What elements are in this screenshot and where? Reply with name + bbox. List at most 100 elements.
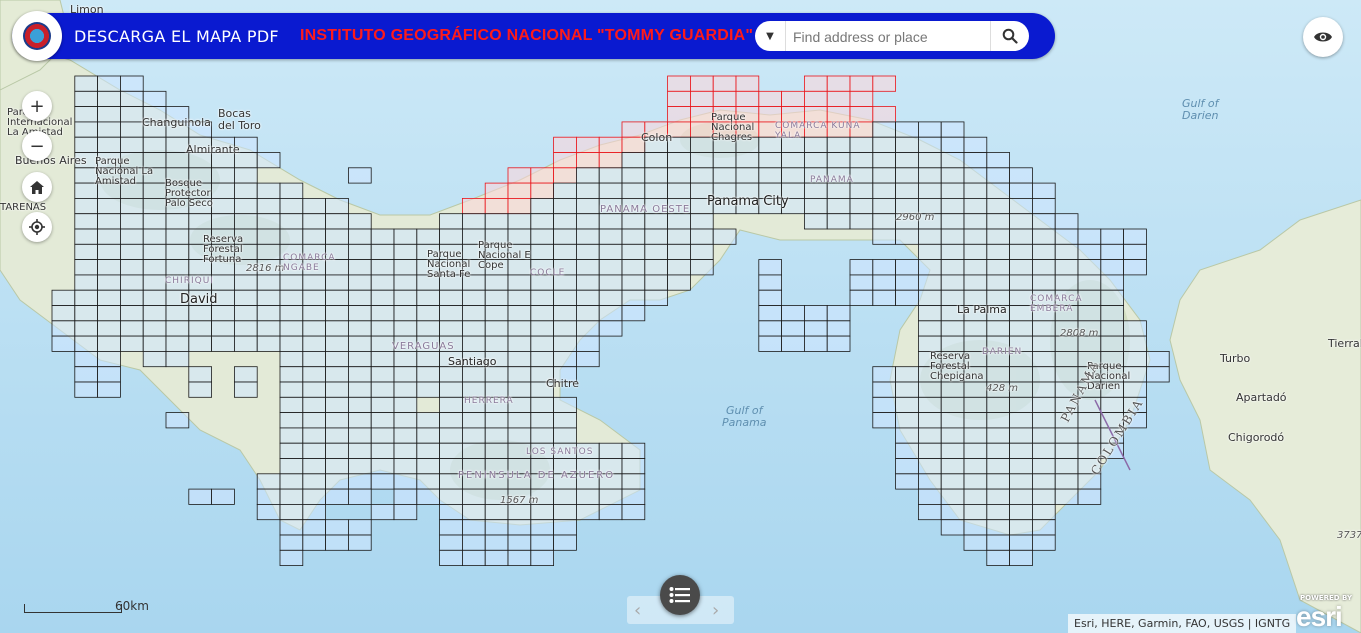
map-sheet-tile[interactable] [97, 90, 121, 108]
map-sheet-tile[interactable] [370, 259, 395, 276]
map-sheet-tile[interactable] [1032, 488, 1056, 505]
map-sheet-tile[interactable] [621, 503, 646, 521]
map-sheet-tile[interactable] [74, 136, 99, 153]
map-sheet-tile[interactable] [530, 335, 554, 352]
search-button[interactable] [990, 21, 1029, 51]
map-sheet-tile[interactable] [370, 458, 395, 475]
map-sheet-tile[interactable] [872, 121, 896, 138]
map-sheet-tile[interactable] [507, 182, 532, 199]
map-sheet-tile[interactable] [233, 305, 258, 322]
map-sheet-tile[interactable] [895, 259, 919, 276]
map-sheet-tile[interactable] [963, 182, 988, 199]
map-sheet-tile[interactable] [256, 473, 281, 490]
map-sheet-tile[interactable] [735, 75, 760, 92]
map-sheet-tile[interactable] [461, 519, 486, 536]
map-sheet-tile[interactable] [484, 442, 509, 459]
map-sheet-tile[interactable] [347, 335, 372, 352]
layer-visibility-button[interactable] [1303, 17, 1343, 57]
map-sheet-tile[interactable] [484, 412, 509, 429]
map-sheet-tile[interactable] [644, 228, 668, 245]
map-sheet-tile[interactable] [553, 519, 577, 536]
map-sheet-tile[interactable] [530, 182, 554, 199]
map-sheet-tile[interactable] [211, 305, 235, 322]
map-sheet-tile[interactable] [142, 228, 167, 245]
map-sheet-tile[interactable] [826, 106, 851, 123]
map-sheet-tile[interactable] [211, 182, 235, 199]
map-sheet-tile[interactable] [97, 75, 121, 92]
map-sheet-tile[interactable] [598, 228, 623, 245]
map-sheet-tile[interactable] [712, 167, 737, 184]
map-sheet-tile[interactable] [986, 197, 1010, 215]
map-sheet-tile[interactable] [1009, 549, 1033, 566]
map-sheet-tile[interactable] [918, 412, 942, 429]
map-sheet-tile[interactable] [74, 305, 99, 322]
map-sheet-tile[interactable] [461, 503, 486, 521]
map-sheet-tile[interactable] [1009, 320, 1033, 337]
map-sheet-tile[interactable] [598, 182, 623, 199]
map-sheet-tile[interactable] [667, 90, 691, 108]
map-sheet-tile[interactable] [302, 473, 326, 490]
map-sheet-tile[interactable] [598, 289, 623, 306]
map-sheet-tile[interactable] [918, 488, 942, 505]
map-sheet-tile[interactable] [1032, 442, 1056, 459]
map-sheet-tile[interactable] [97, 228, 121, 245]
map-sheet-tile[interactable] [758, 320, 782, 337]
map-sheet-tile[interactable] [1054, 213, 1079, 230]
map-sheet-tile[interactable] [621, 228, 646, 245]
map-sheet-tile[interactable] [347, 366, 372, 383]
map-sheet-tile[interactable] [142, 305, 167, 322]
map-sheet-tile[interactable] [279, 335, 304, 352]
map-sheet-tile[interactable] [872, 106, 896, 123]
map-sheet-tile[interactable] [576, 320, 600, 337]
map-sheet-tile[interactable] [530, 197, 554, 215]
map-sheet-tile[interactable] [895, 442, 919, 459]
map-sheet-tile[interactable] [439, 289, 463, 306]
map-sheet-tile[interactable] [1054, 458, 1079, 475]
map-sheet-tile[interactable] [963, 167, 988, 184]
map-sheet-tile[interactable] [712, 228, 737, 245]
map-sheet-tile[interactable] [256, 305, 281, 322]
map-sheet-tile[interactable] [895, 152, 919, 169]
map-sheet-tile[interactable] [279, 458, 304, 475]
map-sheet-tile[interactable] [120, 228, 144, 245]
map-sheet-tile[interactable] [667, 243, 691, 261]
map-sheet-tile[interactable] [1123, 228, 1147, 245]
map-sheet-tile[interactable] [576, 274, 600, 291]
map-sheet-tile[interactable] [918, 228, 942, 245]
map-sheet-tile[interactable] [872, 366, 896, 383]
map-sheet-tile[interactable] [576, 289, 600, 306]
map-sheet-tile[interactable] [918, 167, 942, 184]
map-sheet-tile[interactable] [758, 289, 782, 306]
map-sheet-tile[interactable] [690, 106, 714, 123]
map-sheet-tile[interactable] [120, 305, 144, 322]
map-sheet-tile[interactable] [120, 243, 144, 261]
map-sheet-tile[interactable] [644, 274, 668, 291]
map-sheet-tile[interactable] [872, 136, 896, 153]
map-sheet-tile[interactable] [621, 243, 646, 261]
map-sheet-tile[interactable] [393, 427, 418, 444]
map-sheet-tile[interactable] [1123, 320, 1147, 337]
map-sheet-tile[interactable] [325, 350, 349, 368]
map-sheet-tile[interactable] [553, 289, 577, 306]
map-sheet-tile[interactable] [279, 519, 304, 536]
map-sheet-tile[interactable] [97, 366, 121, 383]
map-sheet-tile[interactable] [918, 152, 942, 169]
map-sheet-tile[interactable] [439, 320, 463, 337]
map-sheet-tile[interactable] [940, 228, 965, 245]
map-sheet-tile[interactable] [347, 488, 372, 505]
map-sheet-tile[interactable] [74, 350, 99, 368]
map-sheet-tile[interactable] [1009, 427, 1033, 444]
map-sheet-tile[interactable] [188, 381, 213, 398]
map-sheet-tile[interactable] [530, 396, 554, 413]
map-sheet-tile[interactable] [347, 381, 372, 398]
map-sheet-tile[interactable] [120, 75, 144, 92]
esri-logo[interactable]: esri [1296, 601, 1343, 633]
map-sheet-tile[interactable] [256, 197, 281, 215]
map-sheet-tile[interactable] [804, 106, 828, 123]
map-sheet-tile[interactable] [325, 228, 349, 245]
map-sheet-tile[interactable] [1009, 228, 1033, 245]
map-sheet-tile[interactable] [1032, 396, 1056, 413]
map-sheet-tile[interactable] [370, 427, 395, 444]
map-sheet-tile[interactable] [165, 243, 190, 261]
map-sheet-tile[interactable] [530, 549, 554, 566]
